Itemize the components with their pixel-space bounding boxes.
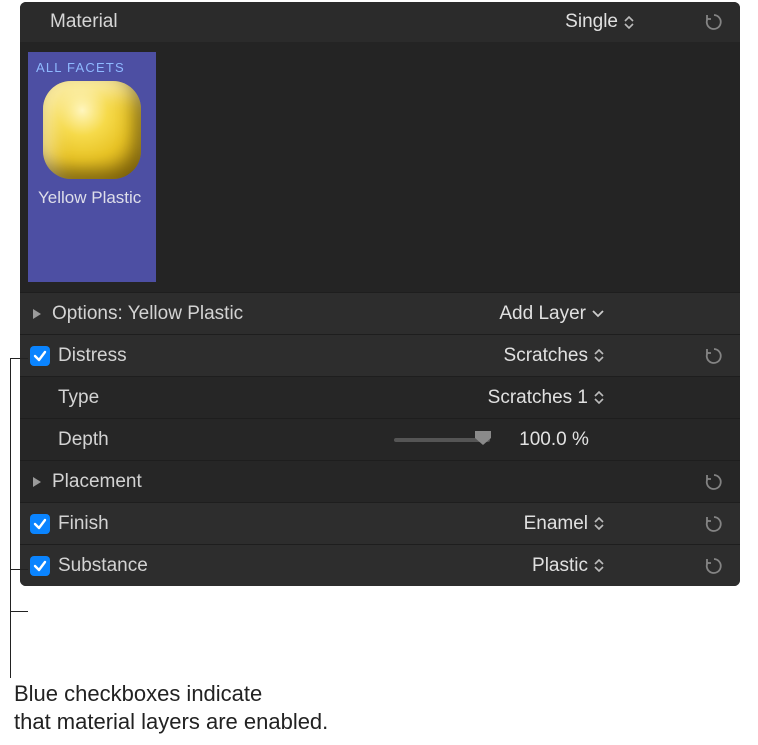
options-label: Options: Yellow Plastic	[52, 303, 243, 325]
disclosure-triangle-icon[interactable]	[30, 307, 44, 321]
updown-caret-icon	[594, 517, 604, 530]
type-label: Type	[58, 387, 99, 409]
reset-icon[interactable]	[704, 472, 724, 492]
substance-value-popup[interactable]: Plastic	[532, 555, 604, 577]
callout-leader	[10, 569, 28, 570]
finish-label: Finish	[58, 513, 109, 535]
distress-value: Scratches	[504, 345, 588, 367]
depth-slider[interactable]	[394, 438, 490, 442]
reset-icon[interactable]	[704, 514, 724, 534]
disclosure-triangle-icon[interactable]	[30, 475, 44, 489]
facet-section-label: ALL FACETS	[36, 60, 125, 75]
material-inspector-panel: Material Single ALL FACETS Yellow Plasti…	[20, 2, 740, 586]
type-value-popup[interactable]: Scratches 1	[488, 387, 604, 409]
type-value: Scratches 1	[488, 387, 588, 409]
finish-value: Enamel	[524, 513, 588, 535]
chevron-down-icon	[592, 310, 604, 318]
distress-type-row: Type Scratches 1	[20, 376, 740, 418]
placement-label: Placement	[52, 471, 142, 493]
reset-icon[interactable]	[704, 556, 724, 576]
placement-row: Placement	[20, 460, 740, 502]
add-layer-dropdown[interactable]: Add Layer	[499, 303, 604, 325]
finish-checkbox[interactable]	[30, 514, 50, 534]
distress-row: Distress Scratches	[20, 334, 740, 376]
material-mode-value: Single	[565, 11, 618, 33]
facet-card-all[interactable]: ALL FACETS Yellow Plastic	[28, 52, 156, 282]
annotation-caption: Blue checkboxes indicate that material l…	[14, 680, 328, 735]
material-section-title: Material	[50, 11, 565, 33]
substance-checkbox[interactable]	[30, 556, 50, 576]
callout-leader	[10, 611, 28, 612]
reset-icon[interactable]	[704, 346, 724, 366]
substance-value: Plastic	[532, 555, 588, 577]
material-name: Yellow Plastic	[34, 187, 141, 208]
updown-caret-icon	[594, 391, 604, 404]
depth-value[interactable]: 100.0 %	[504, 429, 604, 451]
add-layer-label: Add Layer	[499, 303, 586, 325]
facets-well: ALL FACETS Yellow Plastic	[20, 42, 740, 292]
substance-label: Substance	[58, 555, 148, 577]
caption-line2: that material layers are enabled.	[14, 708, 328, 736]
callout-leader	[10, 358, 11, 678]
updown-caret-icon	[624, 16, 634, 29]
material-mode-popup[interactable]: Single	[565, 11, 634, 33]
distress-depth-row: Depth 100.0 %	[20, 418, 740, 460]
caption-line1: Blue checkboxes indicate	[14, 680, 328, 708]
options-row: Options: Yellow Plastic Add Layer	[20, 292, 740, 334]
material-swatch	[43, 81, 141, 179]
updown-caret-icon	[594, 559, 604, 572]
finish-row: Finish Enamel	[20, 502, 740, 544]
reset-icon[interactable]	[704, 12, 724, 32]
slider-thumb-icon[interactable]	[474, 430, 492, 446]
depth-label: Depth	[58, 429, 109, 451]
finish-value-popup[interactable]: Enamel	[524, 513, 604, 535]
updown-caret-icon	[594, 349, 604, 362]
callout-leader	[10, 358, 28, 359]
substance-row: Substance Plastic	[20, 544, 740, 586]
material-header: Material Single	[20, 2, 740, 42]
distress-label: Distress	[58, 345, 127, 367]
distress-value-popup[interactable]: Scratches	[504, 345, 604, 367]
distress-checkbox[interactable]	[30, 346, 50, 366]
